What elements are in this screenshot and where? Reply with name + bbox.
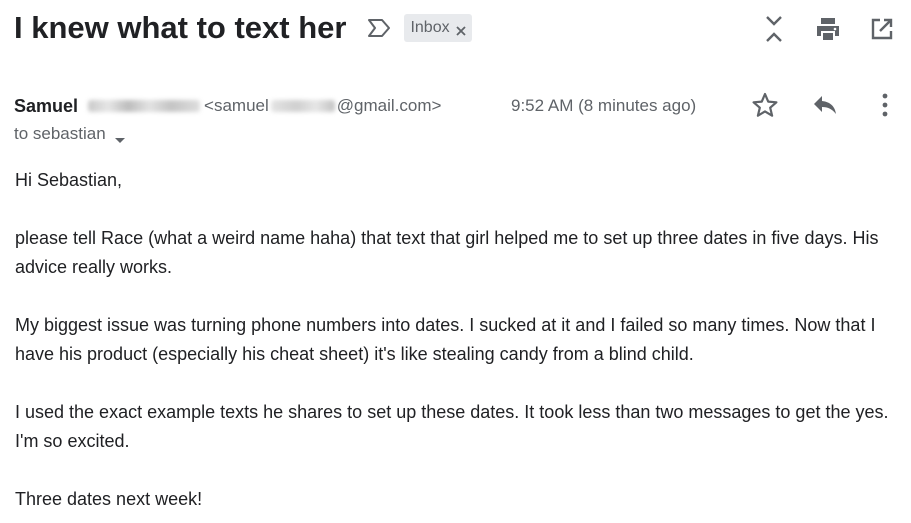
sender-name[interactable]: Samuel <box>14 96 78 117</box>
email-subject: I knew what to text her <box>14 10 347 45</box>
open-in-new-window-icon[interactable] <box>867 14 897 44</box>
body-paragraph: I used the exact example texts he shares… <box>15 402 889 451</box>
inbox-label-chip[interactable]: Inbox <box>404 14 472 42</box>
email-body: Hi Sebastian, please tell Race (what a w… <box>15 166 905 514</box>
body-paragraph: Three dates next week! <box>15 489 203 509</box>
label-chip-text: Inbox <box>410 19 450 36</box>
body-paragraph: Hi Sebastian, <box>15 170 123 190</box>
subject-row: I knew what to text her Inbox <box>14 10 472 46</box>
recipients-text: to sebastian <box>14 124 106 143</box>
collapse-all-icon[interactable] <box>759 14 789 44</box>
sender-email-prefix: <samuel <box>204 96 269 115</box>
importance-marker-icon[interactable] <box>366 17 392 39</box>
more-vertical-icon[interactable] <box>872 90 898 120</box>
close-icon[interactable] <box>455 23 466 36</box>
top-actions <box>759 14 897 44</box>
sender-email-suffix: @gmail.com> <box>336 96 442 115</box>
redacted-surname <box>88 100 201 112</box>
sender-email: <samuel @gmail.com> <box>204 96 441 116</box>
sender-row: Samuel <samuel @gmail.com> 9:52 AM (8 mi… <box>14 92 898 118</box>
reply-icon[interactable] <box>812 90 838 120</box>
recipients-toggle[interactable]: to sebastian <box>14 124 126 144</box>
email-timestamp[interactable]: 9:52 AM (8 minutes ago) <box>511 96 696 116</box>
message-actions <box>752 90 898 120</box>
body-paragraph: please tell Race (what a weird name haha… <box>15 228 879 277</box>
redacted-email-part <box>270 100 335 112</box>
body-paragraph: My biggest issue was turning phone numbe… <box>15 315 876 364</box>
print-icon[interactable] <box>813 14 843 44</box>
star-icon[interactable] <box>752 90 778 120</box>
caret-down-icon[interactable] <box>114 130 126 143</box>
